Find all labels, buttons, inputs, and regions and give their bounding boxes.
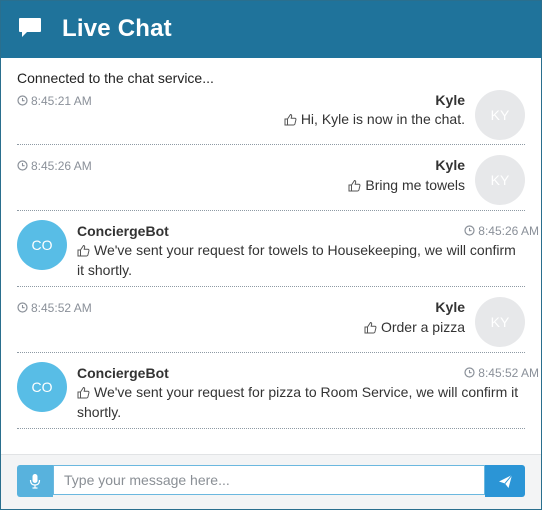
clock-icon	[17, 160, 28, 171]
message-text-row: We've sent your request for pizza to Roo…	[77, 382, 527, 422]
thumbs-up-icon	[77, 386, 90, 399]
message-time: 8:45:26 AM	[17, 159, 92, 173]
microphone-button[interactable]	[17, 465, 53, 497]
thumbs-up-icon	[77, 244, 90, 257]
message-text-row: We've sent your request for towels to Ho…	[77, 240, 527, 280]
message-input[interactable]	[53, 465, 485, 495]
send-button[interactable]	[485, 465, 525, 497]
message-time: 8:45:26 AM	[464, 224, 539, 238]
message-time-text: 8:45:52 AM	[31, 301, 92, 315]
message-text-row: Order a pizza	[364, 317, 465, 337]
avatar: KY	[475, 297, 525, 347]
message-time-text: 8:45:26 AM	[478, 224, 539, 238]
chat-messages[interactable]: Connected to the chat service... 8:45:21…	[1, 58, 541, 454]
chat-message: CO ConciergeBot 8:45:26 AM We've sent yo…	[17, 210, 539, 287]
message-time: 8:45:21 AM	[17, 94, 92, 108]
clock-icon	[464, 367, 475, 378]
message-time-text: 8:45:21 AM	[31, 94, 92, 108]
clock-icon	[17, 95, 28, 106]
thumbs-up-icon	[364, 321, 377, 334]
message-author: ConciergeBot	[77, 223, 169, 239]
message-text-continued: shortly.	[77, 404, 122, 420]
chat-message: 8:45:52 AM Kyle Order a pizza KY	[17, 286, 525, 353]
message-time-text: 8:45:26 AM	[31, 159, 92, 173]
message-text-continued: it shortly.	[77, 262, 132, 278]
chat-header: Live Chat	[1, 1, 541, 58]
message-time: 8:45:52 AM	[464, 366, 539, 380]
avatar: KY	[475, 155, 525, 205]
message-time: 8:45:52 AM	[17, 301, 92, 315]
chat-message: 8:45:21 AM Kyle Hi, Kyle is now in the c…	[17, 88, 525, 145]
message-text: Hi, Kyle is now in the chat.	[300, 111, 465, 127]
chat-message: CO ConciergeBot 8:45:52 AM We've sent yo…	[17, 352, 539, 429]
message-author: Kyle	[435, 92, 465, 108]
thumbs-up-icon	[348, 179, 361, 192]
message-author: Kyle	[435, 157, 465, 173]
chat-panel: Live Chat Connected to the chat service.…	[0, 0, 542, 510]
connection-status: Connected to the chat service...	[17, 70, 214, 86]
composer-bar	[1, 454, 541, 509]
message-text: Bring me towels	[365, 177, 465, 193]
avatar: CO	[17, 220, 67, 270]
message-text-row: Hi, Kyle is now in the chat.	[284, 109, 465, 129]
message-time-text: 8:45:52 AM	[478, 366, 539, 380]
message-text: We've sent your request for towels to Ho…	[94, 242, 516, 258]
message-author: ConciergeBot	[77, 365, 169, 381]
clock-icon	[464, 225, 475, 236]
message-text-row: Bring me towels	[348, 175, 465, 195]
microphone-icon	[29, 474, 41, 489]
message-author: Kyle	[435, 299, 465, 315]
chat-bubble-icon	[19, 18, 41, 37]
paper-plane-icon	[499, 474, 513, 488]
clock-icon	[17, 302, 28, 313]
chat-message: 8:45:26 AM Kyle Bring me towels KY	[17, 144, 525, 211]
message-text: Order a pizza	[380, 319, 465, 335]
thumbs-up-icon	[284, 113, 297, 126]
chat-title: Live Chat	[62, 15, 172, 42]
message-text: We've sent your request for pizza to Roo…	[94, 384, 519, 400]
avatar: CO	[17, 362, 67, 412]
avatar: KY	[475, 90, 525, 140]
